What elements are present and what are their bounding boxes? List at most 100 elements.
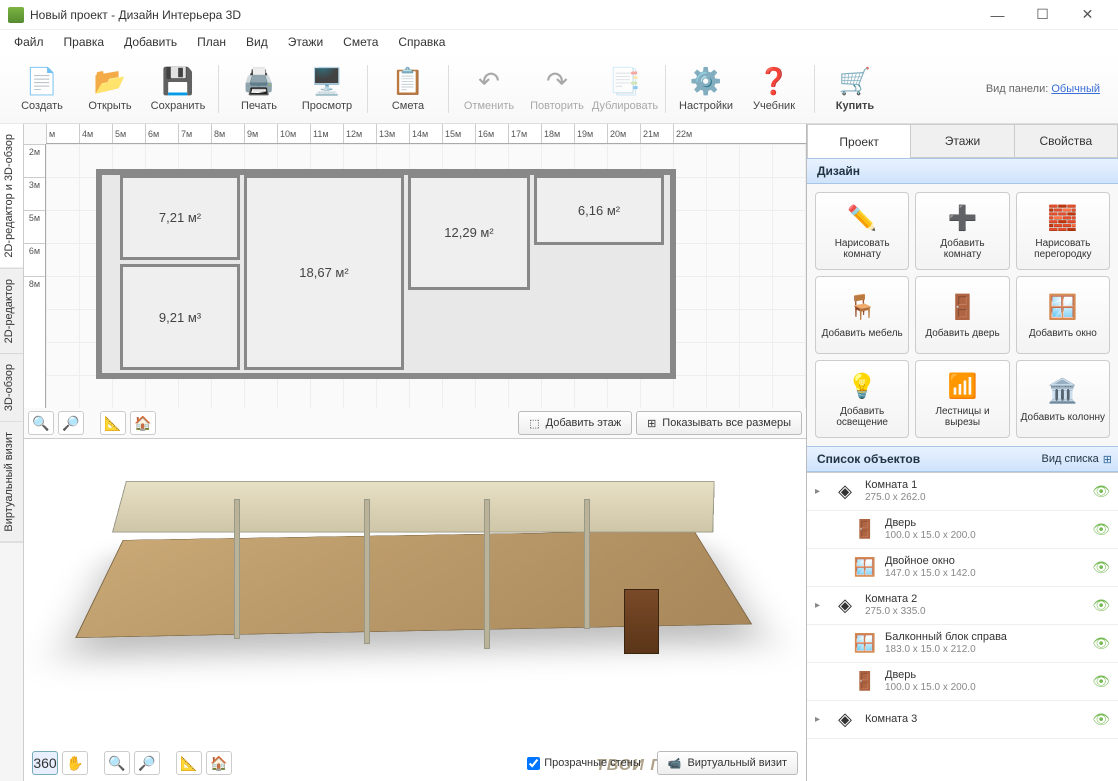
maximize-button[interactable]: ☐ — [1020, 1, 1065, 29]
view-3d[interactable]: ТВОИ ПРОГРАММЫ РУ 360 ✋ 🔍 🔎 📐 🏠 Прозрачн… — [24, 439, 806, 781]
menu-Справка[interactable]: Справка — [388, 32, 455, 52]
room[interactable]: 9,21 м³ — [120, 264, 240, 370]
save-button[interactable]: 💾Сохранить — [144, 57, 212, 121]
side-tab-3[interactable]: Виртуальный визит — [0, 422, 23, 543]
visibility-icon[interactable]: 👁 — [1092, 559, 1110, 576]
side-tab-1[interactable]: 2D-редактор — [0, 269, 23, 354]
plan-2d[interactable]: м4м5м6м7м8м9м10м11м12м13м14м15м16м17м18м… — [24, 124, 806, 439]
redo-button: ↷Повторить — [523, 57, 591, 121]
menu-Добавить[interactable]: Добавить — [114, 32, 187, 52]
add-floor-button[interactable]: ⬚ Добавить этаж — [518, 411, 632, 435]
object-icon: ◈ — [833, 708, 857, 732]
preview-button[interactable]: 🖥️Просмотр — [293, 57, 361, 121]
object-row[interactable]: 🚪Дверь100.0 x 15.0 x 200.0👁 — [807, 511, 1118, 549]
duplicate-icon: 📑 — [609, 65, 641, 97]
design-card[interactable]: 📶Лестницы и вырезы — [915, 360, 1009, 438]
card-icon: 📶 — [946, 370, 978, 402]
menu-Этажи[interactable]: Этажи — [278, 32, 333, 52]
settings-button[interactable]: ⚙️Настройки — [672, 57, 740, 121]
rotate-360-icon[interactable]: 360 — [32, 751, 58, 775]
design-grid: ✏️Нарисовать комнату➕Добавить комнату🧱На… — [807, 184, 1118, 446]
side-tabs: 2D-редактор и 3D-обзор2D-редактор3D-обзо… — [0, 124, 24, 781]
zoom-out-icon[interactable]: 🔍 — [28, 411, 54, 435]
room[interactable]: 12,29 м² — [408, 175, 530, 290]
design-card[interactable]: 🚪Добавить дверь — [915, 276, 1009, 354]
object-list[interactable]: ▸◈Комната 1275.0 x 262.0👁🚪Дверь100.0 x 1… — [807, 472, 1118, 781]
design-card[interactable]: 🪑Добавить мебель — [815, 276, 909, 354]
menu-Файл[interactable]: Файл — [4, 32, 54, 52]
menu-Правка[interactable]: Правка — [54, 32, 115, 52]
home-icon[interactable]: 🏠 — [130, 411, 156, 435]
menu-Смета[interactable]: Смета — [333, 32, 388, 52]
expand-icon[interactable]: ▸ — [815, 486, 825, 497]
side-tab-0[interactable]: 2D-редактор и 3D-обзор — [0, 124, 23, 269]
design-card[interactable]: 🧱Нарисовать перегородку — [1016, 192, 1110, 270]
design-card[interactable]: 🪟Добавить окно — [1016, 276, 1110, 354]
object-row[interactable]: 🚪Дверь100.0 x 15.0 x 200.0👁 — [807, 663, 1118, 701]
visibility-icon[interactable]: 👁 — [1092, 635, 1110, 652]
design-card[interactable]: ➕Добавить комнату — [915, 192, 1009, 270]
object-row[interactable]: ▸◈Комната 1275.0 x 262.0👁 — [807, 473, 1118, 511]
ruler-horizontal: м4м5м6м7м8м9м10м11м12м13м14м15м16м17м18м… — [46, 124, 806, 144]
list-view-icon[interactable]: ⊞ — [1103, 453, 1112, 466]
object-icon: 🚪 — [853, 670, 877, 694]
open-button[interactable]: 📂Открыть — [76, 57, 144, 121]
room[interactable]: 7,21 м² — [120, 175, 240, 260]
expand-icon[interactable]: ▸ — [815, 714, 825, 725]
ruler-vertical: 2м3м5м6м8м — [24, 144, 46, 408]
plan-canvas[interactable]: 7,21 м²18,67 м²12,29 м²6,16 м² 9,21 м³ — [46, 144, 806, 408]
visibility-icon[interactable]: 👁 — [1092, 521, 1110, 538]
settings-icon: ⚙️ — [690, 65, 722, 97]
pan-icon[interactable]: ✋ — [62, 751, 88, 775]
measure-icon[interactable]: 📐 — [100, 411, 126, 435]
zoom-in-icon[interactable]: 🔎 — [58, 411, 84, 435]
buy-button[interactable]: 🛒Купить — [821, 57, 889, 121]
visibility-icon[interactable]: 👁 — [1092, 673, 1110, 690]
buy-icon: 🛒 — [839, 65, 871, 97]
card-icon: 🪟 — [1047, 292, 1079, 324]
visibility-icon[interactable]: 👁 — [1092, 711, 1110, 728]
object-row[interactable]: ▸◈Комната 2275.0 x 335.0👁 — [807, 587, 1118, 625]
close-button[interactable]: ✕ — [1065, 1, 1110, 29]
expand-icon[interactable]: ▸ — [815, 600, 825, 611]
right-tab-Проект[interactable]: Проект — [807, 124, 911, 158]
right-panel: ПроектЭтажиСвойства Дизайн ✏️Нарисовать … — [806, 124, 1118, 781]
room[interactable]: 6,16 м² — [534, 175, 664, 245]
print-button[interactable]: 🖨️Печать — [225, 57, 293, 121]
side-tab-2[interactable]: 3D-обзор — [0, 354, 23, 422]
transparent-walls-checkbox[interactable]: Прозрачные стены — [527, 757, 640, 770]
design-card[interactable]: ✏️Нарисовать комнату — [815, 192, 909, 270]
plan-tools: 🔍 🔎 📐 🏠 ⬚ Добавить этаж ⊞ Показывать все… — [28, 410, 802, 436]
zoom-out-3d-icon[interactable]: 🔍 — [104, 751, 130, 775]
create-button[interactable]: 📄Создать — [8, 57, 76, 121]
zoom-in-3d-icon[interactable]: 🔎 — [134, 751, 160, 775]
room[interactable]: 18,67 м² — [244, 175, 404, 370]
floorplan[interactable]: 7,21 м²18,67 м²12,29 м²6,16 м² 9,21 м³ — [96, 169, 676, 379]
menu-План[interactable]: План — [187, 32, 236, 52]
redo-icon: ↷ — [541, 65, 573, 97]
menu-Вид[interactable]: Вид — [236, 32, 278, 52]
object-row[interactable]: ▸◈Комната 3👁 — [807, 701, 1118, 739]
show-dimensions-button[interactable]: ⊞ Показывать все размеры — [636, 411, 802, 435]
home-3d-icon[interactable]: 🏠 — [206, 751, 232, 775]
visibility-icon[interactable]: 👁 — [1092, 597, 1110, 614]
object-row[interactable]: 🪟Двойное окно147.0 x 15.0 x 142.0👁 — [807, 549, 1118, 587]
visibility-icon[interactable]: 👁 — [1092, 483, 1110, 500]
save-icon: 💾 — [162, 65, 194, 97]
help-button[interactable]: ❓Учебник — [740, 57, 808, 121]
panel-mode-link[interactable]: Обычный — [1051, 83, 1100, 95]
object-row[interactable]: 🪟Балконный блок справа183.0 x 15.0 x 212… — [807, 625, 1118, 663]
right-tab-Свойства[interactable]: Свойства — [1015, 124, 1118, 158]
measure-3d-icon[interactable]: 📐 — [176, 751, 202, 775]
menubar: ФайлПравкаДобавитьПланВидЭтажиСметаСправ… — [0, 30, 1118, 54]
camera-icon: 📹 — [668, 757, 682, 770]
preview-icon: 🖥️ — [311, 65, 343, 97]
right-tab-Этажи[interactable]: Этажи — [911, 124, 1014, 158]
estimate-button[interactable]: 📋Смета — [374, 57, 442, 121]
design-card[interactable]: 💡Добавить освещение — [815, 360, 909, 438]
minimize-button[interactable]: — — [975, 1, 1020, 29]
app-icon — [8, 7, 24, 23]
virtual-visit-button[interactable]: 📹 Виртуальный визит — [657, 751, 798, 775]
card-icon: ✏️ — [846, 202, 878, 234]
design-card[interactable]: 🏛️Добавить колонну — [1016, 360, 1110, 438]
